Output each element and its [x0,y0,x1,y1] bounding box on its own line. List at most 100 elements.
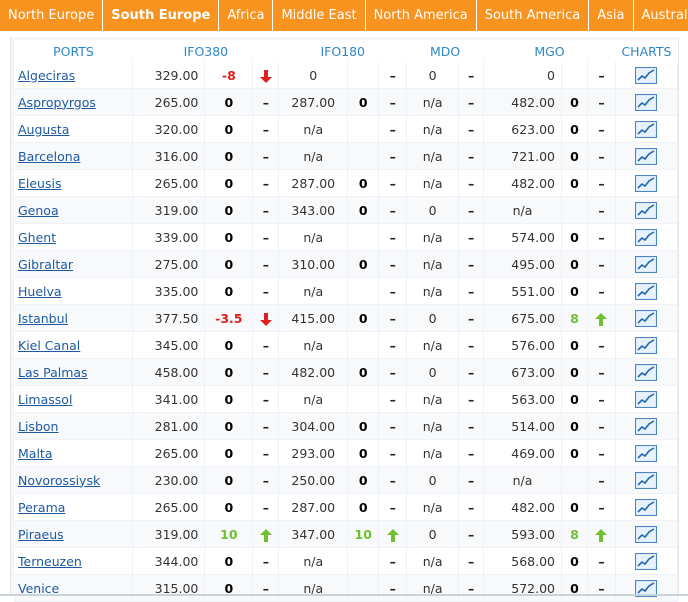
port-link[interactable]: Perama [18,500,65,515]
port-link[interactable]: Malta [18,446,52,461]
line-chart-icon[interactable] [635,229,657,246]
mgo-change: 0 [562,386,588,413]
table-row: Terneuzen344.000–n/a–n/a–568.000– [14,548,678,575]
line-chart-icon[interactable] [635,364,657,381]
line-chart-icon[interactable] [635,472,657,489]
mdo-price: n/a [407,89,459,116]
ifo380-change: 0 [205,197,253,224]
port-link[interactable]: Lisbon [18,419,58,434]
header-mdo: MDO [407,40,484,62]
line-chart-icon[interactable] [635,94,657,111]
arrow-up-icon [595,529,607,542]
line-chart-icon[interactable] [635,202,657,219]
port-link[interactable]: Las Palmas [18,365,88,380]
mgo-change: 0 [562,359,588,386]
ifo380-price: 329.00 [133,62,205,89]
ifo380-trend [253,62,279,89]
port-link[interactable]: Algeciras [18,68,75,83]
tab-africa[interactable]: Africa [219,0,273,31]
tab-south-america[interactable]: South America [477,0,590,31]
line-chart-icon[interactable] [635,445,657,462]
ifo180-trend: – [379,575,407,602]
port-link[interactable]: Barcelona [18,149,80,164]
mgo-price: 482.00 [484,89,562,116]
port-link[interactable]: Piraeus [18,527,64,542]
tab-asia[interactable]: Asia [589,0,633,31]
ifo180-price: n/a [279,548,348,575]
mgo-change: 0 [562,494,588,521]
mgo-price: n/a [484,197,562,224]
header-ifo380: IFO380 [133,40,279,62]
no-change-dash: – [598,500,604,515]
tab-middle-east[interactable]: Middle East [273,0,365,31]
mdo-price: n/a [407,278,459,305]
ifo380-change: 0 [205,575,253,602]
port-link[interactable]: Aspropyrgos [18,95,96,110]
no-change-dash: – [390,365,396,380]
mdo-price: n/a [407,332,459,359]
ifo180-price: 310.00 [279,251,348,278]
no-change-dash: – [598,230,604,245]
ifo180-change [348,332,379,359]
no-change-dash: – [468,500,474,515]
ifo380-price: 316.00 [133,143,205,170]
port-link[interactable]: Novorossiysk [18,473,100,488]
table-row: Malta265.000–293.000–n/a–469.000– [14,440,678,467]
port-link[interactable]: Limassol [18,392,72,407]
table-row: Las Palmas458.000–482.000–0–673.000– [14,359,678,386]
line-chart-icon[interactable] [635,175,657,192]
ifo180-trend: – [379,386,407,413]
line-chart-icon[interactable] [635,283,657,300]
table-row: Perama265.000–287.000–n/a–482.000– [14,494,678,521]
line-chart-icon[interactable] [635,418,657,435]
ifo180-trend: – [379,170,407,197]
mgo-trend: – [587,170,615,197]
tab-north-europe[interactable]: North Europe [0,0,103,31]
line-chart-icon[interactable] [635,553,657,570]
no-change-dash: – [598,203,604,218]
line-chart-icon[interactable] [635,526,657,543]
mgo-change: 0 [562,251,588,278]
no-change-dash: – [390,257,396,272]
ifo380-trend: – [253,197,279,224]
bunker-prices-table: PORTS IFO380 IFO180 MDO MGO CHARTS Algec… [14,40,678,602]
line-chart-icon[interactable] [635,148,657,165]
no-change-dash: – [468,203,474,218]
port-link[interactable]: Eleusis [18,176,61,191]
mgo-price: 0 [484,62,562,89]
line-chart-icon[interactable] [635,256,657,273]
line-chart-icon[interactable] [635,121,657,138]
mgo-price: 563.00 [484,386,562,413]
tab-north-america[interactable]: North America [366,0,477,31]
ifo180-change: 0 [348,251,379,278]
port-link[interactable]: Ghent [18,230,56,245]
port-link[interactable]: Terneuzen [18,554,82,569]
line-chart-icon[interactable] [635,310,657,327]
no-change-dash: – [598,392,604,407]
line-chart-icon[interactable] [635,337,657,354]
port-link[interactable]: Augusta [18,122,69,137]
tab-australia[interactable]: Australia [634,0,688,31]
mgo-price: 675.00 [484,305,562,332]
no-change-dash: – [598,122,604,137]
ifo180-change: 0 [348,494,379,521]
mgo-price: 721.00 [484,143,562,170]
charts-cell [615,62,677,89]
port-link[interactable]: Gibraltar [18,257,73,272]
no-change-dash: – [468,68,474,83]
port-cell: Novorossiysk [14,467,133,494]
no-change-dash: – [263,284,269,299]
port-link[interactable]: Genoa [18,203,59,218]
line-chart-icon[interactable] [635,391,657,408]
table-row: Genoa319.000–343.000–0–n/a– [14,197,678,224]
port-link[interactable]: Huelva [18,284,62,299]
line-chart-icon[interactable] [635,499,657,516]
region-tabs: North EuropeSouth EuropeAfricaMiddle Eas… [0,0,688,31]
port-link[interactable]: Istanbul [18,311,68,326]
ifo380-trend: – [253,440,279,467]
tab-south-europe[interactable]: South Europe [103,0,219,31]
line-chart-icon[interactable] [635,67,657,84]
port-link[interactable]: Kiel Canal [18,338,80,353]
mdo-trend: – [459,224,484,251]
mgo-change: 0 [562,413,588,440]
